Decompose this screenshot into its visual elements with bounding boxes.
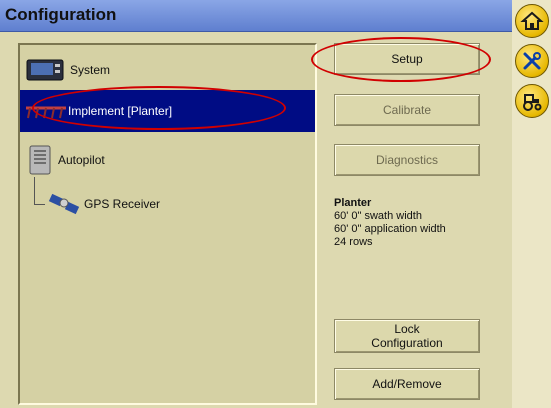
configuration-button[interactable] [515, 44, 549, 78]
implement-highlight-ellipse [32, 86, 286, 130]
home-icon [520, 11, 544, 30]
tree-item-autopilot[interactable]: Autopilot [28, 143, 288, 177]
display-unit-icon [26, 59, 64, 81]
lock-configuration-button[interactable]: Lock Configuration [334, 319, 480, 353]
row-count: 24 rows [334, 236, 373, 248]
title-bar: Configuration [0, 0, 512, 32]
tree-item-label: GPS Receiver [84, 197, 161, 211]
application-width: 60' 0" application width [334, 223, 446, 235]
setup-highlight-ellipse [311, 37, 491, 82]
tractor-icon [523, 94, 542, 111]
tree-item-system[interactable]: System [26, 58, 296, 82]
tree-item-label: Autopilot [58, 153, 105, 167]
tree-item-gps-receiver[interactable]: GPS Receiver [48, 190, 278, 218]
swath-width: 60' 0" swath width [334, 210, 422, 222]
tree-item-label: System [70, 63, 111, 77]
window-title: Configuration [5, 5, 117, 24]
implement-info: Planter 60' 0" swath width 60' 0" applic… [334, 197, 446, 249]
vehicle-button[interactable] [515, 84, 549, 118]
implement-name: Planter [334, 197, 372, 209]
calibrate-button[interactable]: Calibrate [334, 94, 480, 126]
gps-satellite-icon [48, 193, 80, 215]
tree-connector-line [34, 177, 45, 205]
autopilot-controller-icon [29, 145, 51, 175]
add-remove-button[interactable]: Add/Remove [334, 368, 480, 400]
home-button[interactable] [515, 4, 549, 38]
tools-icon [523, 52, 541, 70]
diagnostics-button[interactable]: Diagnostics [334, 144, 480, 176]
